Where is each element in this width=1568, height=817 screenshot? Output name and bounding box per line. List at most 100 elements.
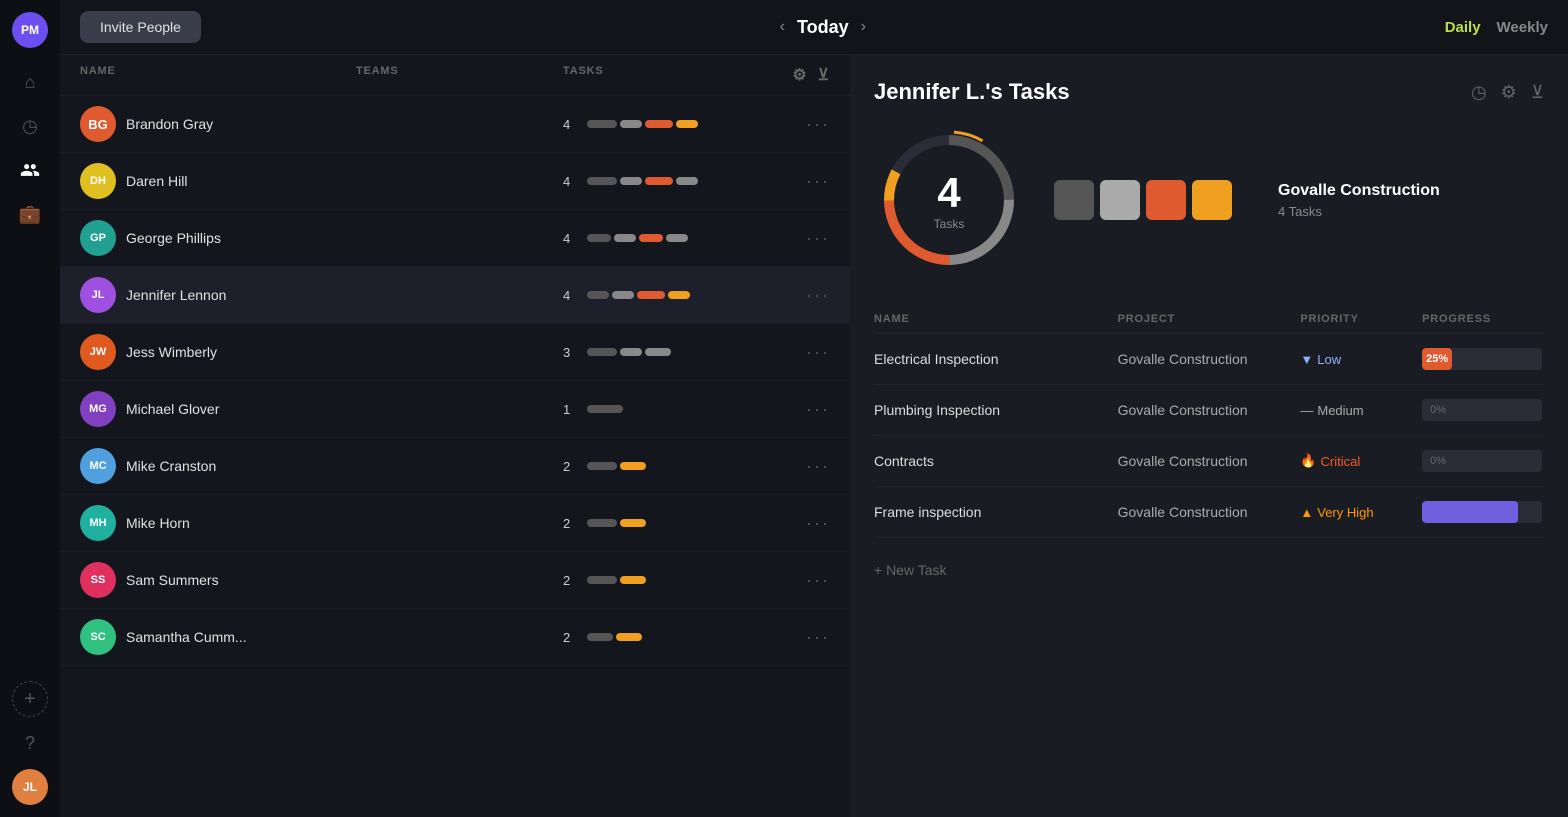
task-bar (614, 234, 636, 242)
col-task-progress: PROGRESS (1422, 313, 1544, 325)
person-name: DH Daren Hill (80, 163, 356, 199)
people-row[interactable]: SS Sam Summers 2 ··· (60, 552, 850, 609)
weekly-view-button[interactable]: Weekly (1497, 19, 1548, 36)
priority-badge: ▲ Very High (1300, 505, 1422, 520)
sidebar-user-avatar[interactable]: JL (12, 769, 48, 805)
more-options-button[interactable]: ··· (770, 285, 830, 306)
summary-task-count: 4 Tasks (1278, 204, 1440, 219)
people-row[interactable]: MH Mike Horn 2 ··· (60, 495, 850, 552)
people-row[interactable]: MG Michael Glover 1 ··· (60, 381, 850, 438)
prev-date-button[interactable]: ‹ (780, 18, 785, 36)
people-row[interactable]: SC Samantha Cumm... 2 ··· (60, 609, 850, 666)
people-row[interactable]: DH Daren Hill 4 ··· (60, 153, 850, 210)
people-row[interactable]: BG Brandon Gray 4 ··· (60, 96, 850, 153)
more-options-button[interactable]: ··· (770, 342, 830, 363)
task-table-header: NAME PROJECT PRIORITY PROGRESS (874, 305, 1544, 334)
more-options-button[interactable]: ··· (770, 570, 830, 591)
person-tasks: 4 (563, 174, 770, 189)
progress-cell (1422, 501, 1544, 523)
sidebar-item-history[interactable]: ◷ (12, 108, 48, 144)
invite-people-button[interactable]: Invite People (80, 11, 201, 43)
task-bar (637, 291, 665, 299)
more-options-button[interactable]: ··· (770, 513, 830, 534)
view-toggle: Daily Weekly (1445, 19, 1548, 36)
avatar: SS (80, 562, 116, 598)
task-row[interactable]: Frame inspection Govalle Construction ▲ … (874, 487, 1544, 538)
avatar: MC (80, 448, 116, 484)
content-area: NAME TEAMS TASKS ⚙ ⊻ BG Brandon Gray 4 ·… (60, 55, 1568, 817)
task-panel: Jennifer L.'s Tasks ◷ ⚙ ⊻ (850, 55, 1568, 817)
task-row[interactable]: Electrical Inspection Govalle Constructi… (874, 334, 1544, 385)
new-task-button[interactable]: + New Task (874, 546, 1544, 594)
more-options-button[interactable]: ··· (770, 114, 830, 135)
priority-badge: 🔥 Critical (1300, 453, 1422, 469)
progress-bar: 25% (1422, 348, 1452, 370)
sidebar-add-button[interactable]: + (12, 681, 48, 717)
person-name: MH Mike Horn (80, 505, 356, 541)
summary-info: Govalle Construction 4 Tasks (1278, 182, 1440, 219)
person-tasks: 2 (563, 573, 770, 588)
task-row[interactable]: Contracts Govalle Construction 🔥 Critica… (874, 436, 1544, 487)
person-tasks: 4 (563, 117, 770, 132)
more-options-button[interactable]: ··· (770, 171, 830, 192)
task-bar (620, 462, 646, 470)
task-bar (645, 120, 673, 128)
avatar: DH (80, 163, 116, 199)
task-bar (587, 519, 617, 527)
task-bar (620, 576, 646, 584)
sidebar-item-help[interactable]: ? (12, 725, 48, 761)
task-bar (620, 177, 642, 185)
person-name: MC Mike Cranston (80, 448, 356, 484)
filter-settings-icon[interactable]: ⚙ (792, 65, 807, 85)
col-task-name: NAME (874, 313, 1118, 325)
col-task-priority: PRIORITY (1300, 313, 1422, 325)
sidebar-item-home[interactable]: ⌂ (12, 64, 48, 100)
people-row[interactable]: JL Jennifer Lennon 4 ··· (60, 267, 850, 324)
task-label: Tasks (934, 217, 965, 231)
settings-icon[interactable]: ⚙ (1501, 82, 1517, 103)
people-list: BG Brandon Gray 4 ··· DH Daren Hill 4 ··… (60, 96, 850, 666)
task-bar (612, 291, 634, 299)
people-row[interactable]: MC Mike Cranston 2 ··· (60, 438, 850, 495)
next-date-button[interactable]: › (861, 18, 866, 36)
task-name: Frame inspection (874, 504, 1118, 520)
clock-icon[interactable]: ◷ (1471, 82, 1487, 103)
topbar: Invite People ‹ Today › Daily Weekly (60, 0, 1568, 55)
task-project: Govalle Construction (1118, 504, 1301, 520)
progress-cell: 25% (1422, 348, 1544, 370)
person-tasks: 2 (563, 630, 770, 645)
person-tasks: 2 (563, 459, 770, 474)
more-options-button[interactable]: ··· (770, 399, 830, 420)
task-row[interactable]: Plumbing Inspection Govalle Construction… (874, 385, 1544, 436)
person-name: MG Michael Glover (80, 391, 356, 427)
filter-icon[interactable]: ⊻ (817, 65, 830, 85)
progress-bar (1422, 501, 1518, 523)
person-name: BG Brandon Gray (80, 106, 356, 142)
people-row[interactable]: JW Jess Wimberly 3 ··· (60, 324, 850, 381)
avatar: BG (80, 106, 116, 142)
task-name: Electrical Inspection (874, 351, 1118, 367)
more-options-button[interactable]: ··· (770, 627, 830, 648)
daily-view-button[interactable]: Daily (1445, 19, 1481, 36)
main-content: Invite People ‹ Today › Daily Weekly NAM… (60, 0, 1568, 817)
task-bar (587, 405, 623, 413)
task-bar (587, 234, 611, 242)
person-tasks: 1 (563, 402, 770, 417)
people-row[interactable]: GP George Phillips 4 ··· (60, 210, 850, 267)
task-count: 4 (934, 169, 965, 217)
task-filter-icon[interactable]: ⊻ (1531, 82, 1544, 103)
more-options-button[interactable]: ··· (770, 456, 830, 477)
progress-cell: 0% (1422, 399, 1544, 421)
task-bar (620, 348, 642, 356)
sidebar: PM ⌂ ◷ 💼 + ? JL (0, 0, 60, 817)
avatar: GP (80, 220, 116, 256)
task-bar (587, 291, 609, 299)
person-name: JL Jennifer Lennon (80, 277, 356, 313)
task-bar (620, 120, 642, 128)
more-options-button[interactable]: ··· (770, 228, 830, 249)
sidebar-item-work[interactable]: 💼 (12, 196, 48, 232)
person-name: GP George Phillips (80, 220, 356, 256)
sidebar-item-people[interactable] (12, 152, 48, 188)
app-logo[interactable]: PM (12, 12, 48, 48)
people-table-header: NAME TEAMS TASKS ⚙ ⊻ (60, 55, 850, 96)
